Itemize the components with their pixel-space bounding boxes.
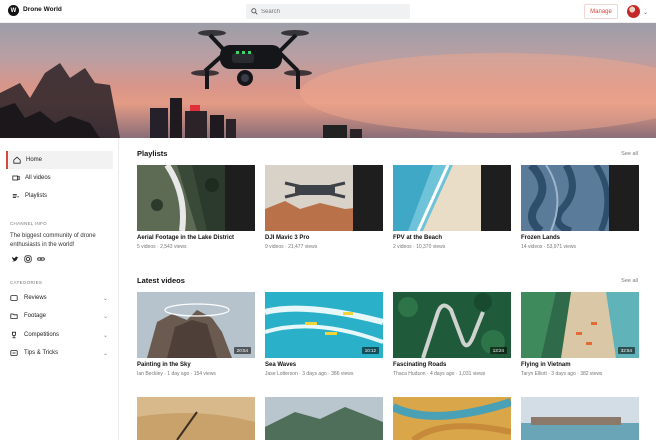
playlist-meta: 5 videos · 2,543 views	[137, 244, 187, 250]
chevron-down-icon[interactable]: ⌄	[643, 9, 648, 16]
video-thumbnail[interactable]	[521, 397, 639, 440]
chevron-down-icon[interactable]: ⌄	[103, 313, 108, 320]
search-icon	[251, 8, 258, 15]
drone-graphic	[191, 30, 312, 89]
category-label: Tips & Tricks	[24, 350, 59, 356]
playlist-thumbnail[interactable]	[393, 165, 511, 231]
sidebar-item-label: Playlists	[25, 193, 48, 199]
playlists-see-all-link[interactable]: See all	[621, 151, 638, 157]
category-competitions[interactable]: Competitions ⌄	[10, 329, 110, 341]
video-title[interactable]: Flying in Vietnam	[521, 362, 571, 368]
search-input[interactable]	[261, 8, 401, 15]
playlist-title[interactable]: FPV at the Beach	[393, 235, 442, 241]
playlist-title[interactable]: DJI Mavic 3 Pro	[265, 235, 309, 241]
manage-button[interactable]: Manage	[584, 4, 618, 19]
sidebar-item-label: All videos	[25, 175, 51, 181]
twitter-icon[interactable]	[10, 254, 19, 263]
video-meta: Jase Lotterson · 3 days ago · 386 views	[265, 371, 354, 377]
video-thumbnail[interactable]: 13:24	[393, 292, 511, 358]
sidebar-item-all-videos[interactable]: All videos	[6, 169, 113, 187]
category-label: Competitions	[24, 332, 60, 338]
playlist-stack-overlay	[225, 165, 255, 231]
star-icon	[10, 295, 18, 301]
video-title[interactable]: Painting in the Sky	[137, 362, 191, 368]
sidebar-item-home[interactable]: Home	[6, 151, 113, 169]
video-duration: 10:12	[361, 347, 379, 354]
channel-name[interactable]: Drone World	[23, 6, 62, 13]
trophy-icon	[12, 331, 16, 339]
chevron-down-icon[interactable]: ⌄	[103, 295, 108, 302]
latest-videos-heading: Latest videos	[137, 276, 185, 285]
category-label: Footage	[24, 313, 47, 319]
logo-icon[interactable]: W	[8, 5, 19, 16]
video-thumbnail[interactable]: 20:54	[137, 292, 255, 358]
playlists-heading: Playlists	[137, 149, 168, 158]
video-meta: Ian Beckley · 1 day ago · 154 views	[137, 371, 216, 377]
video-meta: Thaca Hudson · 4 days ago · 1,031 views	[393, 371, 486, 377]
video-title[interactable]: Fascinating Roads	[393, 362, 446, 368]
playlist-thumbnail[interactable]	[521, 165, 639, 231]
video-title[interactable]: Sea Waves	[265, 362, 296, 368]
sidebar-item-playlists[interactable]: Playlists	[6, 187, 113, 205]
playlist-thumbnail[interactable]	[265, 165, 383, 231]
video-thumbnail[interactable]	[137, 397, 255, 440]
playlist-title[interactable]: Frozen Lands	[521, 235, 560, 241]
top-bar: W Drone World Manage ⌄	[0, 0, 656, 23]
video-meta: Taryn Elliott · 3 days ago · 382 views	[521, 371, 603, 377]
video-duration: 20:54	[233, 347, 251, 354]
sidebar-item-label: Home	[26, 157, 43, 163]
video-duration: 32:54	[617, 347, 635, 354]
playlist-icon	[12, 194, 20, 198]
instagram-icon[interactable]	[23, 254, 32, 263]
playlist-stack-overlay	[353, 165, 383, 231]
playlist-thumbnail[interactable]	[137, 165, 255, 231]
video-thumbnail[interactable]: 10:12	[265, 292, 383, 358]
playlist-stack-overlay	[481, 165, 511, 231]
link-icon[interactable]	[36, 254, 45, 263]
channel-banner	[0, 23, 656, 138]
avatar[interactable]	[627, 5, 640, 18]
bulb-icon	[10, 350, 18, 356]
channel-info-heading: CHANNEL INFO	[10, 221, 47, 226]
video-thumbnail[interactable]: 32:54	[521, 292, 639, 358]
category-footage[interactable]: Footage ⌄	[10, 310, 110, 322]
playlist-meta: 14 videos · 53,971 views	[521, 244, 577, 250]
folder-icon	[10, 313, 18, 319]
latest-see-all-link[interactable]: See all	[621, 278, 638, 284]
drone-banner-image	[0, 30, 656, 138]
categories-heading: CATEGORIES	[10, 280, 43, 285]
video-thumbnail[interactable]	[393, 397, 511, 440]
chevron-down-icon[interactable]: ⌄	[103, 332, 108, 339]
channel-description: The biggest community of drone enthusias…	[10, 233, 96, 248]
category-reviews[interactable]: Reviews ⌄	[10, 292, 110, 304]
video-icon	[12, 175, 20, 181]
search-box[interactable]	[246, 4, 410, 19]
home-icon	[13, 156, 21, 164]
playlist-meta: 2 videos · 10,370 views	[393, 244, 446, 250]
playlist-stack-overlay	[609, 165, 639, 231]
category-tips-tricks[interactable]: Tips & Tricks ⌄	[10, 347, 110, 359]
video-thumbnail[interactable]	[265, 397, 383, 440]
category-label: Reviews	[24, 295, 47, 301]
chevron-down-icon[interactable]: ⌄	[103, 350, 108, 357]
playlist-title[interactable]: Aerial Footage in the Lake District	[137, 235, 234, 241]
playlist-meta: 9 videos · 21,477 views	[265, 244, 318, 250]
video-duration: 13:24	[489, 347, 507, 354]
